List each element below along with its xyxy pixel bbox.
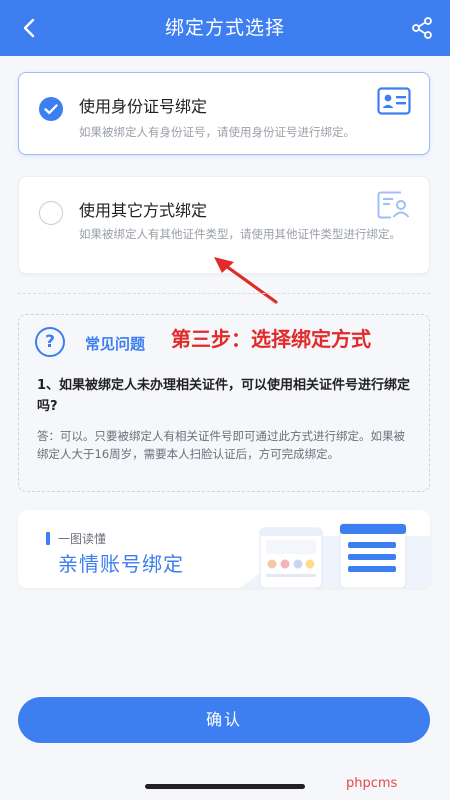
confirm-button[interactable]: 确认: [18, 697, 430, 743]
step-annotation: 第三步：选择绑定方式: [171, 327, 371, 351]
faq-section: ? 常见问题 第三步：选择绑定方式 1、如果被绑定人未办理相关证件，可以使用相关…: [18, 314, 430, 492]
banner-title: 亲情账号绑定: [58, 552, 184, 576]
option-title: 使用其它方式绑定: [79, 201, 208, 220]
top-nav-bar: 绑定方式选择: [0, 0, 450, 56]
radio-unchecked-icon[interactable]: [39, 201, 63, 225]
banner-subtitle: 一图读懂: [58, 532, 107, 546]
section-divider: [18, 293, 430, 294]
share-icon[interactable]: [410, 16, 434, 40]
phone-screens-illustration-icon: [240, 523, 430, 588]
option-card-id-number[interactable]: 使用身份证号绑定 如果被绑定人有身份证号，请使用身份证号进行绑定。: [18, 72, 430, 155]
page-title: 绑定方式选择: [164, 17, 285, 39]
annotation-arrow-icon: [214, 257, 278, 304]
guide-banner[interactable]: 一图读懂 亲情账号绑定: [18, 510, 430, 588]
home-indicator: [145, 784, 305, 789]
faq-question: 1、如果被绑定人未办理相关证件，可以使用相关证件号进行绑定吗?: [37, 378, 411, 414]
banner-accent-bar: [46, 532, 50, 545]
faq-title: 常见问题: [85, 335, 146, 353]
option-description: 如果被绑定人有其他证件类型，请使用其他证件类型进行绑定。: [79, 227, 401, 241]
faq-answer: 答：可以。只要被绑定人有相关证件号即可通过此方式进行绑定。如果被绑定人大于16周…: [37, 429, 405, 461]
watermark-text: phpcms: [346, 776, 398, 791]
id-card-icon: [377, 87, 411, 115]
radio-checked-icon[interactable]: [39, 97, 63, 121]
question-mark-icon: ?: [35, 327, 65, 357]
option-description: 如果被绑定人有身份证号，请使用身份证号进行绑定。: [79, 125, 355, 139]
option-title: 使用身份证号绑定: [79, 97, 208, 116]
check-icon: [44, 104, 58, 115]
document-person-icon: [377, 191, 410, 219]
